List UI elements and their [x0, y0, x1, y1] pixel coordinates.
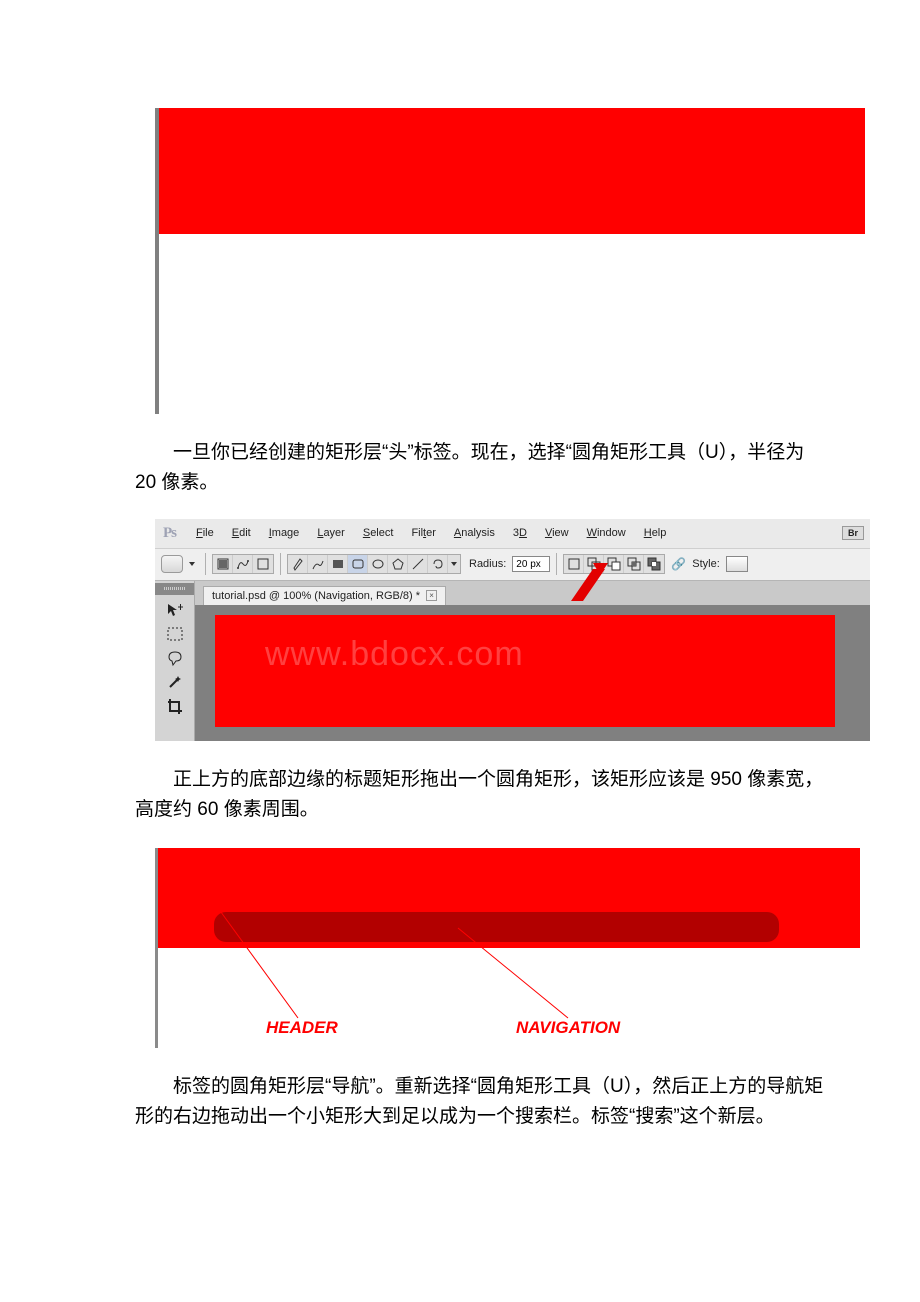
- document-tab[interactable]: tutorial.psd @ 100% (Navigation, RGB/8) …: [203, 586, 446, 605]
- radius-label: Radius:: [469, 558, 506, 570]
- menu-view[interactable]: View: [537, 524, 577, 542]
- link-icon[interactable]: 🔗: [671, 557, 686, 571]
- ps-tab-bar: tutorial.psd @ 100% (Navigation, RGB/8) …: [195, 581, 870, 605]
- shape-layers-mode-icon[interactable]: [213, 555, 233, 573]
- watermark: www.bdocx.com: [265, 635, 524, 674]
- paragraph-2: 正上方的底部边缘的标题矩形拖出一个圆角矩形，该矩形应该是 950 像素宽，高度约…: [135, 765, 824, 826]
- ps-workspace: tutorial.psd @ 100% (Navigation, RGB/8) …: [155, 581, 870, 741]
- shape-tools-group: [287, 554, 461, 574]
- menu-filter[interactable]: Filter: [403, 524, 443, 542]
- navigation-caption: NAVIGATION: [516, 1018, 620, 1038]
- menu-select[interactable]: Select: [355, 524, 402, 542]
- freeform-pen-tool-icon[interactable]: [308, 555, 328, 573]
- header-red-block: [159, 108, 865, 234]
- new-shape-layer-icon[interactable]: [564, 555, 584, 573]
- move-tool-icon[interactable]: [164, 601, 186, 619]
- header-caption: HEADER: [266, 1018, 338, 1038]
- menu-file[interactable]: File: [188, 524, 222, 542]
- menu-edit[interactable]: Edit: [224, 524, 259, 542]
- ps-menubar: Ps File Edit Image Layer Select Filter A…: [155, 519, 870, 549]
- custom-shape-tool-icon[interactable]: [428, 555, 448, 573]
- menu-help[interactable]: Help: [636, 524, 675, 542]
- canvas-header-rect: www.bdocx.com: [215, 615, 835, 727]
- paragraph-3: 标签的圆角矩形层“导航”。重新选择“圆角矩形工具（U），然后正上方的导航矩形的右…: [135, 1072, 824, 1133]
- crop-tool-icon[interactable]: [164, 697, 186, 715]
- bridge-button[interactable]: Br: [842, 526, 864, 540]
- navigation-bar: [214, 912, 779, 942]
- exclude-shape-icon[interactable]: [644, 555, 664, 573]
- rounded-rectangle-tool-icon[interactable]: [348, 555, 368, 573]
- ps-options-bar: Radius: 🔗 Style:: [155, 549, 870, 581]
- marquee-tool-icon[interactable]: [164, 625, 186, 643]
- shape-mode-group: [212, 554, 274, 574]
- polygon-tool-icon[interactable]: [388, 555, 408, 573]
- photoshop-ui-screenshot: Ps File Edit Image Layer Select Filter A…: [155, 519, 870, 741]
- shape-dropdown-caret-icon[interactable]: [448, 555, 460, 573]
- menu-layer[interactable]: Layer: [309, 524, 353, 542]
- ps-logo: Ps: [163, 525, 176, 542]
- header-block: [158, 848, 860, 948]
- rectangle-tool-icon[interactable]: [328, 555, 348, 573]
- document-tab-title: tutorial.psd @ 100% (Navigation, RGB/8) …: [212, 590, 420, 602]
- ps-toolbox: [155, 581, 195, 741]
- radius-input[interactable]: [512, 556, 550, 572]
- menu-analysis[interactable]: Analysis: [446, 524, 503, 542]
- figure-header-rect: [155, 108, 865, 414]
- close-tab-icon[interactable]: ×: [426, 590, 437, 601]
- tool-preset-picker[interactable]: [161, 555, 183, 573]
- subtract-shape-icon[interactable]: [604, 555, 624, 573]
- add-to-shape-icon[interactable]: [584, 555, 604, 573]
- ps-canvas[interactable]: www.bdocx.com: [195, 605, 870, 741]
- style-label: Style:: [692, 558, 720, 570]
- ellipse-tool-icon[interactable]: [368, 555, 388, 573]
- magic-wand-tool-icon[interactable]: [164, 673, 186, 691]
- figure-header-navigation: HEADER NAVIGATION: [155, 848, 860, 1048]
- toolbox-grip[interactable]: [155, 583, 194, 595]
- path-combine-group: [563, 554, 665, 574]
- lasso-tool-icon[interactable]: [164, 649, 186, 667]
- menu-window[interactable]: Window: [579, 524, 634, 542]
- separator: [280, 553, 281, 575]
- line-tool-icon[interactable]: [408, 555, 428, 573]
- menu-image[interactable]: Image: [261, 524, 308, 542]
- ps-document-area: tutorial.psd @ 100% (Navigation, RGB/8) …: [195, 581, 870, 741]
- style-picker[interactable]: [726, 556, 748, 572]
- menu-3d[interactable]: 3D: [505, 524, 535, 542]
- fill-pixels-mode-icon[interactable]: [253, 555, 273, 573]
- paragraph-1: 一旦你已经创建的矩形层“头”标签。现在，选择“圆角矩形工具（U），半径为 20 …: [135, 438, 824, 499]
- pen-tool-icon[interactable]: [288, 555, 308, 573]
- separator: [556, 553, 557, 575]
- paths-mode-icon[interactable]: [233, 555, 253, 573]
- separator: [205, 553, 206, 575]
- intersect-shape-icon[interactable]: [624, 555, 644, 573]
- tool-preset-caret-icon[interactable]: [189, 562, 195, 566]
